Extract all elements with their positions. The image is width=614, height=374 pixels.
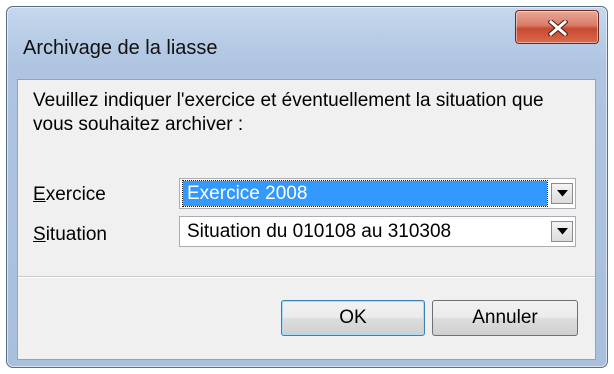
button-area-divider — [18, 276, 595, 278]
situation-combobox-value: Situation du 010108 au 310308 — [187, 221, 452, 242]
exercice-combobox-value: Exercice 2008 — [182, 180, 548, 207]
close-button[interactable] — [515, 10, 599, 44]
situation-dropdown-button[interactable] — [551, 221, 573, 242]
window-title: Archivage de la liasse — [23, 37, 218, 59]
dialog-window: Archivage de la liasse Veuillez indiquer… — [6, 6, 608, 368]
exercice-combobox[interactable]: Exercice 2008 — [179, 178, 576, 209]
situation-combobox[interactable]: Situation du 010108 au 310308 — [179, 216, 576, 247]
exercice-label-accesskey: E — [33, 184, 46, 205]
chevron-down-icon — [557, 190, 568, 197]
dialog-client-area: Veuillez indiquer l'exercice et éventuel… — [17, 79, 596, 360]
title-bar[interactable]: Archivage de la liasse — [7, 7, 607, 71]
situation-label-rest: ituation — [45, 224, 107, 245]
ok-button[interactable]: OK — [281, 300, 425, 336]
close-icon — [548, 20, 568, 36]
exercice-dropdown-button[interactable] — [551, 183, 573, 204]
cancel-button[interactable]: Annuler — [432, 300, 578, 336]
situation-label-accesskey: S — [33, 224, 46, 245]
exercice-label: Exercice — [33, 184, 106, 206]
instructions-text: Veuillez indiquer l'exercice et éventuel… — [33, 90, 544, 135]
chevron-down-icon — [557, 228, 568, 235]
exercice-label-rest: xercice — [45, 184, 106, 205]
situation-label: Situation — [33, 224, 107, 246]
